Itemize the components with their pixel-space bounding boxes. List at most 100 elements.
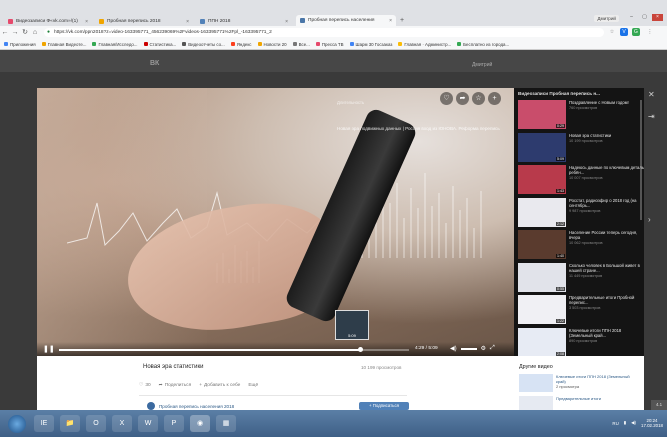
taskbar-app-word[interactable]: W [138,415,158,432]
playlist-item[interactable]: 1:40 Население России теперь сегодня, вче… [518,230,644,261]
other-video-item[interactable]: Ключевые итоги ППН 2018 (Земельный край)… [519,374,637,394]
heart-icon[interactable]: ♡ [440,92,453,105]
fullscreen-icon[interactable]: ⤢ [490,345,495,352]
taskbar-app-excel[interactable]: X [112,415,132,432]
tab-active[interactable]: Пробная перепись населения × [296,15,396,26]
bookmark-item[interactable]: Яндекс [230,42,252,47]
video-thumbnail: 0:55 [518,262,566,292]
tab-census-trial[interactable]: Пробная перепись 2018 × [95,17,193,26]
pause-icon[interactable]: ❚❚ [43,345,55,353]
video-thumbnail: 1:43 [518,165,566,194]
other-video-text: Ключевые итоги ППН 2018 (Земельный край)… [556,374,630,389]
vk-user-menu[interactable]: Дмитрий [472,62,492,68]
star-icon[interactable]: ☆ [472,92,485,105]
progress-bar[interactable] [59,347,409,352]
reload-icon[interactable]: ↻ [20,28,30,38]
bookmark-item[interactable]: Статистика... [143,42,176,47]
close-icon[interactable]: × [389,18,392,24]
video-thumbnail: 0:29 [518,100,566,129]
volume-slider[interactable] [460,347,477,350]
url-input[interactable]: ● https://vk.com/ppn2018?z=video-1633957… [44,28,604,37]
bookmark-item[interactable]: Новости 20 [257,42,287,47]
playlist-item[interactable]: 1:22 Предварительные итоги Пробной перепи… [518,295,644,326]
extension-icon[interactable]: G [632,28,640,36]
taskbar-app-explorer[interactable]: 📁 [60,415,80,432]
exit-icon[interactable]: ⇥ [648,112,655,121]
bookmark-item[interactable]: Бесплатно из города... [457,42,509,47]
add-button[interactable]: + Добавить к себе [199,383,240,388]
taskbar-app-ie[interactable]: IE [34,415,54,432]
close-icon[interactable]: × [285,19,288,25]
playlist-item[interactable]: 5:09 Новая эра статистики 10 199 просмотро… [518,132,644,164]
next-arrow-icon[interactable]: › [648,215,651,224]
volume-icon[interactable]: ◀) [631,420,636,426]
new-tab-button[interactable]: + [398,17,406,25]
next-video-preview[interactable]: 5:09 [335,310,369,340]
bookmark-item[interactable]: Приложения [4,42,36,47]
star-icon[interactable]: ☆ [608,28,616,36]
video-player[interactable]: Длительность Новая эра подвижных данных … [37,88,514,356]
playlist-item[interactable]: 0:55 Сколько человек в Большой живет в на… [518,262,644,294]
taskbar-app-powerpoint[interactable]: P [164,415,184,432]
minimize-icon[interactable]: – [626,14,637,21]
subscribe-button[interactable]: + Подписаться [359,402,409,410]
clock[interactable]: 20:24 17.02.2018 [641,418,663,428]
playlist-item-title: Надеюсь данные по ключевым деталь ребён.… [569,165,644,175]
network-icon[interactable]: ▮ [624,420,626,426]
window-close-icon[interactable]: × [652,14,663,21]
bookmark-item[interactable]: Все... [292,42,310,47]
playlist-item[interactable]: 0:29 Поздравление с Новым годом! 760 просм… [518,100,644,131]
close-icon[interactable]: × [85,19,88,25]
vk-header [0,50,667,72]
bookmark-item[interactable]: Главная · Администр... [398,42,451,47]
profile-chip[interactable]: Дмитрий [594,15,619,22]
tab-favicon [200,19,205,24]
share-icon[interactable]: ➦ [456,92,469,105]
progress-handle[interactable] [358,347,363,352]
back-icon[interactable]: ← [0,28,10,38]
taskbar-app-outlook[interactable]: O [86,415,106,432]
bookmark-item[interactable]: Главная/Исследо... [92,42,138,47]
browser-tabbar: Видеозаписи Ф«vk.com»/(1) × Пробная пере… [0,0,667,26]
start-button[interactable] [8,415,26,433]
tab-ppn[interactable]: ППН 2018 × [196,17,292,26]
extension-icon[interactable]: V [620,28,628,36]
close-icon[interactable]: × [186,19,189,25]
playlist-item-text: Поздравление с Новым годом! 760 просмотро… [569,100,629,131]
settings-icon[interactable]: ⚙ [481,345,486,352]
playlist-item-views: 3 503 просмотров [569,306,601,310]
vk-logo[interactable]: ВК [150,60,159,67]
taskbar-app-chrome[interactable]: ◉ [190,415,210,432]
other-videos-title: Другие видео [519,364,553,370]
tab-favicon [300,18,305,23]
playlist-item-title: Предварительные итоги Пробной перепис... [569,295,635,305]
bookmark-item[interactable]: Пресса ТВ [315,42,344,47]
channel-link[interactable]: Пробная перепись населения 2018 [147,402,234,410]
windows-taskbar: IE 📁 O X W P ◉ ▦ RU ▮ ◀) 20:24 17.02.201… [0,410,667,437]
plus-icon[interactable]: + [488,92,501,105]
playlist-item[interactable]: 2:12 Росстат, радиоэфир о 2018 год (на се… [518,197,644,229]
bookmark-item[interactable]: Главная Видеоте... [41,42,86,47]
bookmark-icon [230,42,235,46]
close-icon[interactable]: ✕ [648,90,655,99]
video-thumbnail: 1:22 [518,295,566,324]
video-duration: 2:08 [556,351,565,356]
like-button[interactable]: ♡ 30 [139,383,151,388]
bookmark-item[interactable]: Видеоотчеты со... [182,42,225,47]
forward-icon[interactable]: → [10,28,20,38]
menu-icon[interactable]: ⋮ [646,28,654,36]
playlist-item[interactable]: 2:08 Ключевые итоги ППН 2018 (Земельный к… [518,327,644,356]
tab-favicon [8,19,13,24]
volume-icon[interactable]: ◀) [450,345,457,352]
share-button[interactable]: ➦ Поделиться [159,383,192,388]
share-icon: ➦ [158,383,163,388]
more-button[interactable]: Ещё [248,383,258,388]
tab-videos[interactable]: Видеозаписи Ф«vk.com»/(1) × [4,17,92,26]
bookmark-item[interactable]: Шарм 30 Госзаказ [349,42,392,47]
taskbar-app-other[interactable]: ▦ [216,415,236,432]
language-indicator[interactable]: RU [612,421,618,426]
playlist-item[interactable]: 1:43 Надеюсь данные по ключевым деталь ре… [518,165,644,196]
bookmark-icon [457,42,462,46]
maximize-icon[interactable]: ▢ [639,14,650,21]
home-icon[interactable]: ⌂ [30,28,40,38]
